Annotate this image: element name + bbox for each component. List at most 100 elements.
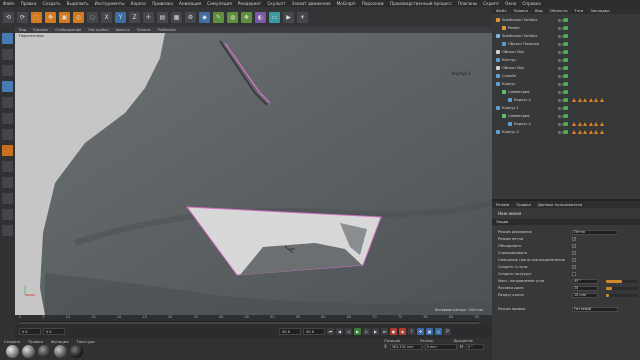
enabled-check-icon[interactable] (564, 58, 568, 62)
object-row[interactable]: Subdivision Surface (492, 17, 640, 23)
polygons-mode-icon[interactable] (2, 145, 13, 156)
texture-tag-icon[interactable] (588, 122, 593, 126)
current-frame-field[interactable]: 0 K (43, 328, 65, 335)
edges-mode-icon[interactable] (2, 129, 13, 140)
texture-mode-icon[interactable] (2, 49, 13, 60)
texture-tag-icon[interactable] (572, 130, 576, 134)
texture-tag-icon[interactable] (594, 122, 598, 126)
texture-tag-icon[interactable] (594, 98, 598, 102)
texture-tag-icon[interactable] (577, 130, 582, 134)
object-row[interactable]: Объект Null (492, 65, 640, 71)
material-sphere[interactable] (22, 345, 35, 358)
first-frame-icon[interactable]: ⏮ (327, 328, 334, 335)
menu-item[interactable]: Плагины (458, 1, 477, 6)
material-menu-item[interactable]: Текстура (77, 339, 95, 344)
undo-icon[interactable]: ⟲ (3, 11, 14, 23)
enabled-check-icon[interactable] (564, 106, 568, 110)
attribute-value-field[interactable]: 10 mm (572, 292, 598, 298)
menu-item[interactable]: Справка (522, 1, 540, 6)
prev-frame-icon[interactable]: ◁ (345, 328, 352, 335)
object-mode-icon[interactable] (2, 97, 13, 108)
menu-item[interactable]: Производственный процесс (390, 1, 452, 6)
pen-icon[interactable]: ✎ (213, 11, 224, 23)
object-row[interactable]: Симметрия (492, 113, 640, 119)
texture-tag-icon[interactable] (577, 98, 582, 102)
menu-item[interactable]: Инструменты (95, 1, 125, 6)
coordinate-icon[interactable]: ✛ (143, 11, 154, 23)
texture-tag-icon[interactable] (583, 122, 587, 126)
texture-tag-icon[interactable] (583, 98, 587, 102)
tag-icons[interactable] (572, 98, 604, 102)
material-menu-item[interactable]: Правка (28, 339, 42, 344)
object-menu-item[interactable]: Закладки (590, 8, 609, 13)
render-view-icon[interactable]: ▦ (171, 11, 182, 23)
viewport-menu-item[interactable]: Панель (137, 28, 151, 32)
tweak-icon[interactable] (2, 177, 13, 188)
scale-icon[interactable]: ▣ (59, 11, 70, 23)
enabled-check-icon[interactable] (564, 74, 568, 78)
enable-axis-icon[interactable] (2, 161, 13, 172)
texture-tag-icon[interactable] (594, 130, 598, 134)
attribute-menu-item[interactable]: Правка (516, 202, 530, 207)
texture-tag-icon[interactable] (577, 122, 582, 126)
object-menu-item[interactable]: Вид (535, 8, 543, 13)
menu-item[interactable]: Рендеринг (238, 1, 262, 6)
size-x-field[interactable]: 0 mm (424, 344, 457, 350)
render-region-icon[interactable]: ▤ (157, 11, 168, 23)
redo-icon[interactable]: ⟳ (17, 11, 28, 23)
make-editable-icon[interactable] (2, 33, 13, 44)
enabled-check-icon[interactable] (564, 114, 568, 118)
menu-item[interactable]: Создать (43, 1, 61, 6)
render-settings-icon[interactable]: ⚙ (185, 11, 196, 23)
material-sphere[interactable] (70, 345, 83, 358)
enabled-check-icon[interactable] (564, 42, 568, 46)
enabled-check-icon[interactable] (564, 66, 568, 70)
menu-item[interactable]: Анимация (179, 1, 201, 6)
keyframe-icon[interactable]: ? (408, 328, 415, 335)
position-key-icon[interactable]: ✥ (417, 328, 424, 335)
attribute-dropdown[interactable]: Петлевой (572, 306, 618, 312)
play-icon[interactable]: ▶ (354, 328, 361, 335)
planar-workplane-icon[interactable] (2, 225, 13, 236)
tag-icons[interactable] (572, 130, 604, 134)
viewport-menu-item[interactable]: Фильтр (116, 28, 130, 32)
object-menu-item[interactable]: Файл (496, 8, 507, 13)
z-axis-icon[interactable]: Z (129, 11, 140, 23)
enabled-check-icon[interactable] (564, 50, 568, 54)
cube-icon[interactable]: ◆ (199, 11, 210, 23)
enabled-check-icon[interactable] (564, 26, 568, 30)
enabled-check-icon[interactable] (564, 34, 568, 38)
attribute-menu-item[interactable]: Режим (496, 202, 509, 207)
menu-item[interactable]: Скрипт (483, 1, 499, 6)
attribute-checkbox[interactable]: ✓ (572, 244, 576, 248)
object-row[interactable]: Subdivision Surface (492, 33, 640, 39)
menu-item[interactable]: Скульпт (267, 1, 285, 6)
timeline-bar[interactable] (19, 321, 479, 324)
viewport-menu-item[interactable]: Отображение (55, 28, 81, 32)
start-frame-field[interactable]: 0 K (19, 328, 41, 335)
menu-item[interactable]: Окно (505, 1, 516, 6)
object-row[interactable]: Симметрия (492, 89, 640, 95)
viewport-menu-item[interactable]: ProRender (158, 28, 177, 32)
object-menu-item[interactable]: Тэги (575, 8, 584, 13)
enabled-check-icon[interactable] (564, 82, 568, 86)
record-icon[interactable]: ● (390, 328, 397, 335)
enabled-check-icon[interactable] (564, 130, 568, 134)
menu-item[interactable]: Привязка (152, 1, 173, 6)
bend-icon[interactable]: ◐ (255, 11, 266, 23)
object-row[interactable]: Объект Полигон (492, 41, 640, 47)
last-frame-icon[interactable]: ⏭ (381, 328, 388, 335)
material-menu-item[interactable]: Создать (4, 339, 20, 344)
texture-tag-icon[interactable] (588, 130, 593, 134)
menu-item[interactable]: Правка (21, 1, 37, 6)
scale-key-icon[interactable]: ▣ (426, 328, 433, 335)
model-mode-icon[interactable] (2, 81, 13, 92)
position-x-field[interactable]: 363.335 mm (389, 344, 422, 350)
texture-tag-icon[interactable] (583, 130, 587, 134)
timeline[interactable]: 0 5 10 15 20 25 30 35 40 45 50 55 60 65 70 75 80 85 90 (15, 315, 492, 325)
lasso-icon[interactable]: ◌ (87, 11, 98, 23)
enabled-check-icon[interactable] (564, 90, 568, 94)
attribute-checkbox[interactable]: ✓ (572, 265, 576, 269)
attribute-dropdown[interactable]: Петля (572, 229, 618, 235)
cloner-icon[interactable]: ❖ (241, 11, 252, 23)
